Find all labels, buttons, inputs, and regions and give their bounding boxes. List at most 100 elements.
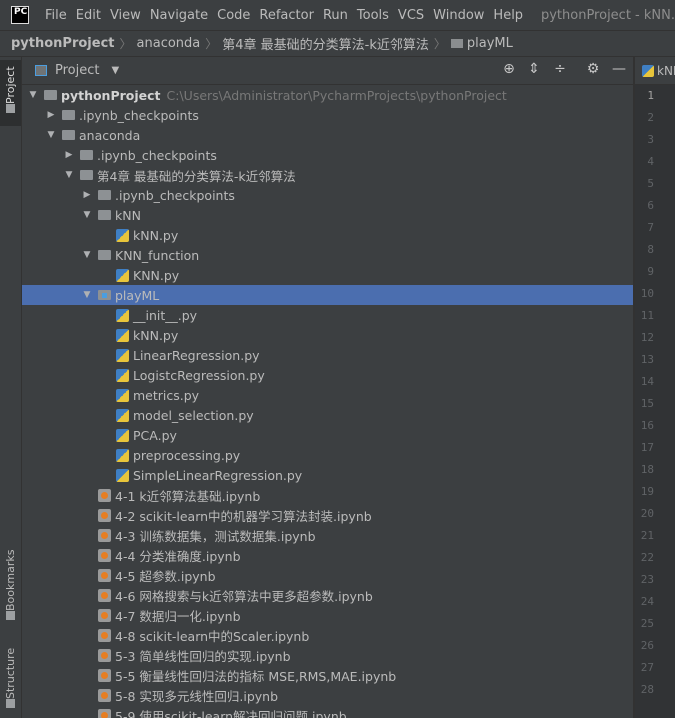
tree-item[interactable]: ▶4-3 训练数据集，测试数据集.ipynb (22, 525, 633, 545)
tree-item-label: 4-6 网格搜索与k近邻算法中更多超参数.ipynb (115, 588, 373, 604)
tool-tab-structure[interactable]: Structure (0, 643, 21, 718)
chevron-right-icon[interactable]: ▶ (82, 190, 92, 200)
notebook-file-icon (98, 668, 111, 682)
tree-item[interactable]: ▶4-6 网格搜索与k近邻算法中更多超参数.ipynb (22, 585, 633, 605)
tree-item[interactable]: ▶KNN.py (22, 265, 633, 285)
breadcrumb-separator: 〉 (119, 37, 132, 51)
tree-item-label: 4-8 scikit-learn中的Scaler.ipynb (115, 628, 310, 644)
tool-tab-project-label: Project (4, 66, 17, 105)
editor-tab-label: kNN. (657, 63, 675, 78)
breadcrumb-item-anaconda[interactable]: anaconda (137, 36, 201, 51)
chevron-down-icon[interactable]: ▼ (64, 170, 74, 180)
tree-item[interactable]: ▶PCA.py (22, 425, 633, 445)
breadcrumb-item-chapter4[interactable]: 第4章 最基础的分类算法-k近邻算法 (222, 34, 429, 53)
tree-item[interactable]: ▶ .ipynb_checkpoints (22, 105, 633, 125)
menu-help[interactable]: Help (493, 8, 523, 23)
tree-item-label: 4-1 k近邻算法基础.ipynb (115, 488, 261, 504)
tree-item[interactable]: ▶LogistcRegression.py (22, 365, 633, 385)
chevron-right-icon[interactable]: ▶ (46, 110, 56, 120)
breadcrumb-item-playml[interactable]: playML (467, 36, 513, 51)
menu-navigate[interactable]: Navigate (150, 8, 208, 23)
menu-file[interactable]: File (45, 8, 67, 23)
tree-item-label: kNN.py (133, 227, 179, 243)
chevron-down-icon[interactable]: ▼ (28, 90, 38, 100)
tree-item-label: 第4章 最基础的分类算法-k近邻算法 (97, 168, 296, 184)
tree-item[interactable]: ▶kNN.py (22, 225, 633, 245)
notebook-file-icon (98, 548, 111, 562)
hide-panel-icon[interactable]: — (610, 61, 628, 77)
chevron-down-icon[interactable]: ▼ (46, 130, 56, 140)
expand-all-icon[interactable]: ⇕ (525, 61, 543, 77)
project-icon (6, 104, 15, 114)
breadcrumb-separator: 〉 (205, 37, 218, 51)
line-number: 16 (640, 419, 654, 432)
tree-item[interactable]: ▼ KNN_function (22, 245, 633, 265)
menu-run[interactable]: Run (323, 8, 348, 23)
tree-item[interactable]: ▼ 第4章 最基础的分类算法-k近邻算法 (22, 165, 633, 185)
menu-refactor[interactable]: Refactor (259, 8, 314, 23)
folder-icon (80, 150, 93, 160)
menu-code[interactable]: Code (217, 8, 250, 23)
tool-tab-bookmarks[interactable]: Bookmarks (0, 545, 21, 631)
tree-item[interactable]: ▶5-9 使用scikit-learn解决回归问题.ipynb (22, 705, 633, 718)
tree-item[interactable]: ▼ pythonProject C:\Users\Administrator\Pyc… (22, 85, 633, 105)
menu-vcs[interactable]: VCS (398, 8, 424, 23)
menu-window[interactable]: Window (433, 8, 484, 23)
panel-title[interactable]: Project (55, 63, 99, 78)
python-file-icon (116, 308, 129, 322)
menu-view[interactable]: View (110, 8, 141, 23)
tree-item[interactable]: ▶model_selection.py (22, 405, 633, 425)
menu-edit[interactable]: Edit (76, 8, 101, 23)
python-file-icon (116, 468, 129, 482)
chevron-down-icon[interactable]: ▼ (111, 65, 119, 76)
tree-item[interactable]: ▼ kNN (22, 205, 633, 225)
line-number: 13 (640, 353, 654, 366)
tree-item[interactable]: ▶SimpleLinearRegression.py (22, 465, 633, 485)
tree-item-label: playML (115, 287, 160, 303)
line-number: 7 (647, 221, 654, 234)
chevron-down-icon[interactable]: ▼ (82, 210, 92, 220)
folder-icon (62, 130, 75, 140)
tool-tab-project[interactable]: Project (0, 60, 21, 126)
tree-item[interactable]: ▶kNN.py (22, 325, 633, 345)
chevron-down-icon[interactable]: ▼ (82, 250, 92, 260)
tree-item[interactable]: ▶5-8 实现多元线性回归.ipynb (22, 685, 633, 705)
editor-tab[interactable]: kNN. (635, 57, 675, 85)
tree-item[interactable]: ▶4-4 分类准确度.ipynb (22, 545, 633, 565)
tree-item[interactable]: ▼ anaconda (22, 125, 633, 145)
tree-item[interactable]: ▶4-1 k近邻算法基础.ipynb (22, 485, 633, 505)
tree-item[interactable]: ▼ playML (22, 285, 633, 305)
notebook-file-icon (98, 568, 111, 582)
tool-tab-structure-label: Structure (4, 647, 17, 699)
python-file-icon (116, 408, 129, 422)
line-number: 27 (640, 661, 654, 674)
tree-item[interactable]: ▶4-8 scikit-learn中的Scaler.ipynb (22, 625, 633, 645)
project-path: C:\Users\Administrator\PycharmProjects\p… (166, 87, 507, 103)
tree-item-label: 4-5 超参数.ipynb (115, 568, 216, 584)
tree-item[interactable]: ▶metrics.py (22, 385, 633, 405)
tree-item[interactable]: ▶4-2 scikit-learn中的机器学习算法封装.ipynb (22, 505, 633, 525)
tree-item[interactable]: ▶4-5 超参数.ipynb (22, 565, 633, 585)
tree-item[interactable]: ▶LinearRegression.py (22, 345, 633, 365)
breadcrumb-item-project[interactable]: pythonProject (11, 36, 115, 51)
line-number: 18 (640, 463, 654, 476)
tree-item[interactable]: ▶4-7 数据归一化.ipynb (22, 605, 633, 625)
tree-item-label: metrics.py (133, 387, 200, 403)
line-number: 9 (647, 265, 654, 278)
tree-item[interactable]: ▶preprocessing.py (22, 445, 633, 465)
chevron-down-icon[interactable]: ▼ (82, 290, 92, 300)
tree-item[interactable]: ▶5-3 简单线性回归的实现.ipynb (22, 645, 633, 665)
tree-item[interactable]: ▶__init__.py (22, 305, 633, 325)
chevron-right-icon[interactable]: ▶ (64, 150, 74, 160)
tree-item[interactable]: ▶5-5 衡量线性回归法的指标 MSE,RMS,MAE.ipynb (22, 665, 633, 685)
tree-item[interactable]: ▶ .ipynb_checkpoints (22, 145, 633, 165)
tree-item[interactable]: ▶ .ipynb_checkpoints (22, 185, 633, 205)
tree-item-label: .ipynb_checkpoints (115, 187, 235, 203)
menu-tools[interactable]: Tools (357, 8, 389, 23)
line-number: 4 (647, 155, 654, 168)
tree-item-label: kNN.py (133, 327, 179, 343)
gear-icon[interactable]: ⚙ (584, 61, 602, 77)
locate-file-icon[interactable]: ⊕ (500, 61, 518, 77)
notebook-file-icon (98, 688, 111, 702)
collapse-all-icon[interactable]: ÷ (551, 61, 569, 77)
